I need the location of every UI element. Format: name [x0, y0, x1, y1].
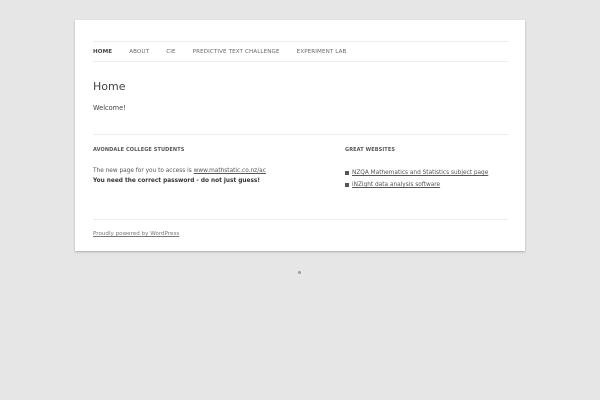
- list-item: iNZight data analysis software: [345, 179, 508, 191]
- nav-item-predictive-text-challenge[interactable]: PREDICTIVE TEXT CHALLENGE: [193, 49, 280, 55]
- inzight-link[interactable]: iNZight data analysis software: [352, 179, 440, 191]
- access-text: The new page for you to access is: [93, 168, 194, 174]
- page-content: Welcome!: [93, 104, 126, 112]
- nav-item-cie[interactable]: CIE: [166, 49, 175, 55]
- page-container: HOME ABOUT CIE PREDICTIVE TEXT CHALLENGE…: [75, 20, 525, 251]
- nav-item-about[interactable]: ABOUT: [129, 49, 149, 55]
- list-item: NZQA Mathematics and Statistics subject …: [345, 167, 508, 179]
- widget-text-avondale: The new page for you to access is www.ma…: [93, 167, 333, 186]
- page-title: Home: [93, 80, 126, 93]
- nav-item-home[interactable]: HOME: [93, 49, 112, 55]
- bullet-icon: [345, 171, 349, 175]
- widget-area: AVONDALE COLLEGE STUDENTS The new page f…: [93, 134, 508, 221]
- widget-title-great-websites: GREAT WEBSITES: [345, 147, 396, 153]
- widget-avondale-students: AVONDALE COLLEGE STUDENTS The new page f…: [93, 147, 333, 186]
- wordpress-credit-link[interactable]: Proudly powered by WordPress: [93, 231, 179, 237]
- dot-icon: [298, 271, 301, 274]
- nzqa-link[interactable]: NZQA Mathematics and Statistics subject …: [352, 167, 488, 179]
- website-links-list: NZQA Mathematics and Statistics subject …: [345, 167, 508, 191]
- main-navigation: HOME ABOUT CIE PREDICTIVE TEXT CHALLENGE…: [93, 41, 508, 62]
- nav-item-experiment-lab[interactable]: EXPERIMENT LAB: [297, 49, 347, 55]
- mathstatic-link[interactable]: www.mathstatic.co.nz/ac: [194, 168, 266, 174]
- bullet-icon: [345, 183, 349, 187]
- widget-great-websites: GREAT WEBSITES NZQA Mathematics and Stat…: [345, 147, 508, 191]
- password-warning: You need the correct password - do not j…: [93, 177, 260, 184]
- widget-title-avondale: AVONDALE COLLEGE STUDENTS: [93, 147, 185, 153]
- site-footer: Proudly powered by WordPress: [93, 219, 508, 252]
